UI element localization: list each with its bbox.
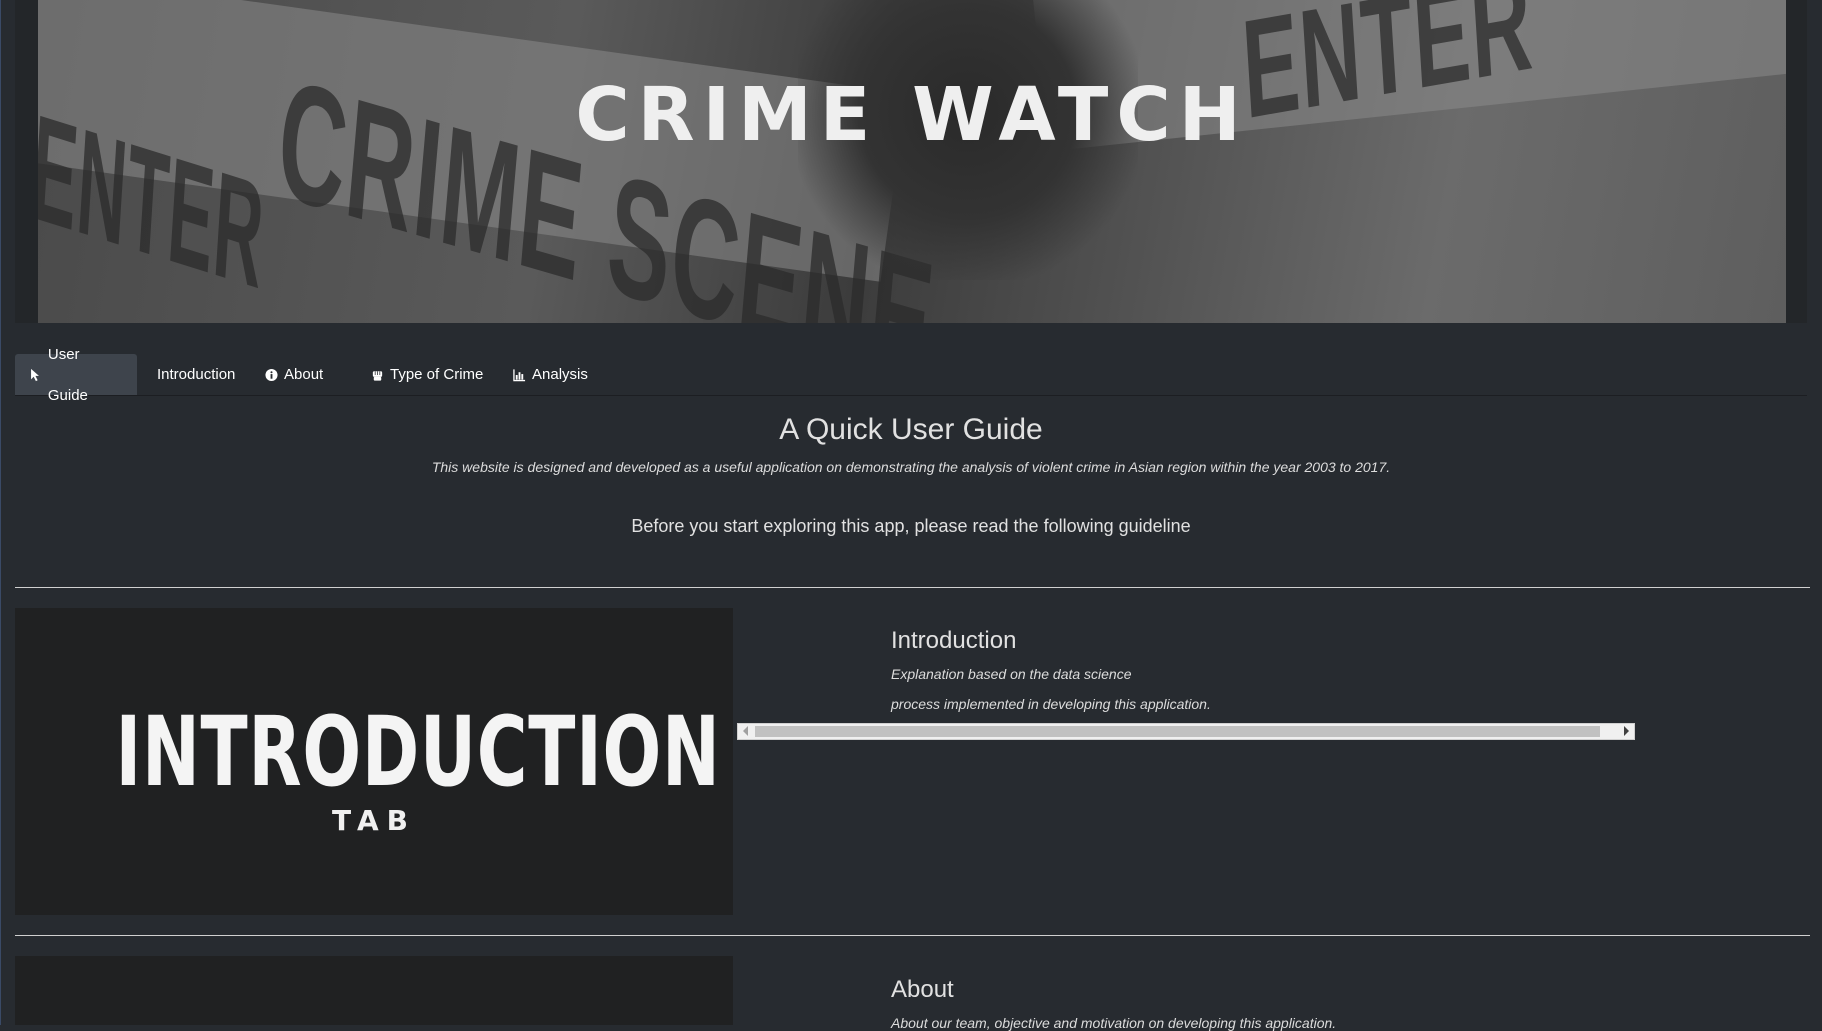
introduction-section-title: Introduction [891,627,1017,654]
scroll-left-arrow-icon[interactable] [743,726,748,736]
tab-label: About [284,366,324,383]
info-icon [265,368,278,381]
introduction-section-desc-1: Explanation based on the data science [891,666,1132,682]
tab-label: Introduction [157,366,236,383]
introduction-tab-image: INTRODUCTION TAB [15,608,733,915]
tab-type-of-crime[interactable]: Type of Crime [357,354,497,395]
nav-tabs: User Guide Introduction About Type of Cr… [15,346,1807,404]
scrollbar-thumb[interactable] [755,726,1600,737]
introduction-image-title: INTRODUCTION [115,696,721,808]
banner-image: ENTER CRIME SCENE ENTER CRIME WATCH [38,0,1786,323]
bar-chart-icon [513,368,526,381]
divider [15,935,1810,936]
introduction-image-subtitle: TAB [332,804,416,837]
pointer-icon [31,368,39,381]
tab-user-guide[interactable]: User Guide [15,346,137,404]
tab-analysis[interactable]: Analysis [499,354,602,395]
tab-about[interactable]: About [251,354,337,395]
about-tab-image [15,956,733,1025]
divider [15,587,1810,588]
tab-label: Type of Crime [390,366,484,383]
banner-title: CRIME WATCH [575,72,1249,158]
tab-introduction[interactable]: Introduction [143,354,249,395]
banner-container: ENTER CRIME SCENE ENTER CRIME WATCH [15,0,1807,323]
about-section-title: About [891,976,954,1003]
guide-title: A Quick User Guide [779,413,1043,446]
tab-label: User Guide [47,345,88,404]
guide-lead: Before you start exploring this app, ple… [631,516,1191,536]
scroll-right-arrow-icon[interactable] [1624,726,1629,736]
horizontal-scrollbar[interactable] [737,723,1635,740]
introduction-section-desc-2: process implemented in developing this a… [891,696,1211,712]
about-section-desc-1: About our team, objective and motivation… [891,1015,1337,1031]
fist-icon [372,370,383,381]
guide-subtitle: This website is designed and developed a… [431,459,1391,475]
tab-label: Analysis [532,366,588,383]
